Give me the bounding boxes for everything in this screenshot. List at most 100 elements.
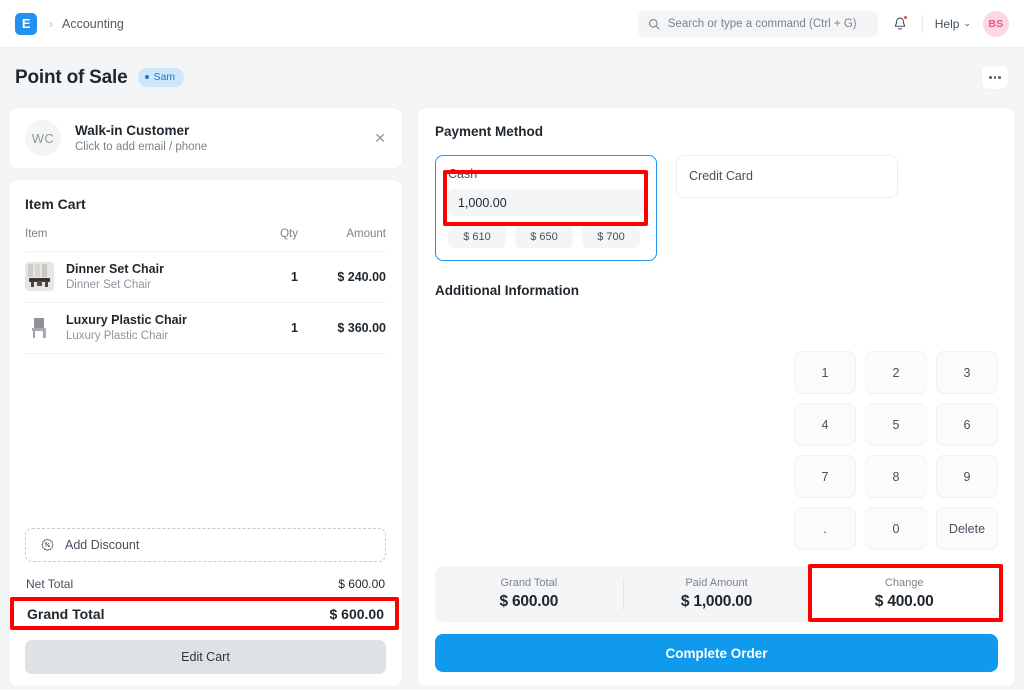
quick-amount-button[interactable]: $ 650 — [515, 226, 573, 248]
add-discount-label: Add Discount — [65, 538, 139, 552]
summary-paid-amount: Paid Amount $ 1,000.00 — [623, 566, 811, 622]
numpad-key-3[interactable]: 3 — [936, 351, 998, 394]
net-total-value: $ 600.00 — [338, 577, 385, 591]
payment-method-cash-label: Cash — [448, 167, 644, 181]
column-header-qty: Qty — [240, 228, 298, 240]
cart-grand-total-value: $ 600.00 — [330, 606, 385, 622]
quick-amount-group: $ 610 $ 650 $ 700 — [448, 226, 644, 248]
help-dropdown[interactable]: Help ⌄ — [935, 17, 971, 31]
item-description: Luxury Plastic Chair — [66, 330, 240, 342]
numpad-key-9[interactable]: 9 — [936, 455, 998, 498]
numpad-key-6[interactable]: 6 — [936, 403, 998, 446]
summary-grand-total: Grand Total $ 600.00 — [435, 566, 623, 622]
navbar-divider — [922, 15, 923, 33]
summary-paid-amount-value: $ 1,000.00 — [681, 593, 752, 611]
help-label: Help — [935, 17, 960, 31]
cash-amount-input[interactable]: 1,000.00 — [448, 189, 644, 216]
net-total-row: Net Total $ 600.00 — [25, 574, 386, 599]
quick-amount-button[interactable]: $ 700 — [582, 226, 640, 248]
navbar-right-group: Search or type a command (Ctrl + G) Help… — [638, 11, 1009, 37]
close-icon[interactable]: ✕ — [374, 131, 386, 145]
pos-application: E › Accounting Search or type a command … — [0, 0, 1024, 690]
column-header-item: Item — [25, 228, 240, 240]
summary-change-value: $ 400.00 — [875, 593, 934, 611]
item-amount: $ 240.00 — [298, 270, 386, 284]
net-total-label: Net Total — [26, 577, 73, 591]
numpad-key-4[interactable]: 4 — [794, 403, 856, 446]
edit-cart-button[interactable]: Edit Cart — [25, 640, 386, 674]
item-qty: 1 — [240, 270, 298, 284]
item-cart-card: Item Cart Item Qty Amount — [8, 179, 403, 687]
search-placeholder: Search or type a command (Ctrl + G) — [668, 18, 857, 30]
pos-body: WC Walk-in Customer Click to add email /… — [0, 107, 1024, 687]
customer-card[interactable]: WC Walk-in Customer Click to add email /… — [8, 107, 403, 169]
quick-amount-button[interactable]: $ 610 — [448, 226, 506, 248]
item-info: Luxury Plastic Chair Luxury Plastic Chai… — [66, 313, 240, 342]
item-name: Dinner Set Chair — [66, 262, 240, 276]
item-cart-title: Item Cart — [25, 196, 386, 212]
numpad-key-delete[interactable]: Delete — [936, 507, 998, 550]
summary-grand-total-value: $ 600.00 — [499, 593, 558, 611]
breadcrumb-accounting[interactable]: Accounting — [62, 17, 124, 31]
numpad-key-8[interactable]: 8 — [865, 455, 927, 498]
notification-badge-dot — [903, 15, 908, 20]
numpad-key-0[interactable]: 0 — [865, 507, 927, 550]
payment-column: Payment Method Cash 1,000.00 $ 610 $ 650… — [417, 107, 1016, 687]
dot-icon — [994, 76, 997, 79]
totals-summary: Grand Total $ 600.00 Paid Amount $ 1,000… — [435, 566, 998, 622]
user-avatar[interactable]: BS — [983, 11, 1009, 37]
additional-information-title: Additional Information — [435, 283, 998, 298]
dot-icon — [998, 76, 1001, 79]
item-info: Dinner Set Chair Dinner Set Chair — [66, 262, 240, 291]
summary-change: Change $ 400.00 — [810, 566, 998, 622]
add-discount-button[interactable]: Add Discount — [25, 528, 386, 562]
status-badge-label: Sam — [153, 71, 175, 83]
numeric-keypad: 1 2 3 4 5 6 7 8 9 . 0 Delete — [794, 351, 998, 550]
numpad-key-1[interactable]: 1 — [794, 351, 856, 394]
top-navbar: E › Accounting Search or type a command … — [0, 0, 1024, 48]
column-header-amount: Amount — [298, 228, 386, 240]
customer-avatar: WC — [25, 120, 61, 156]
payment-method-cash[interactable]: Cash 1,000.00 $ 610 $ 650 $ 700 — [435, 155, 657, 261]
numpad-key-decimal[interactable]: . — [794, 507, 856, 550]
cart-grand-total-label: Grand Total — [27, 606, 105, 622]
summary-change-label: Change — [885, 577, 924, 589]
customer-contact-hint: Click to add email / phone — [75, 141, 207, 153]
item-amount: $ 360.00 — [298, 321, 386, 335]
notifications-button[interactable] — [890, 14, 910, 34]
payment-card: Payment Method Cash 1,000.00 $ 610 $ 650… — [417, 107, 1016, 687]
customer-info: Walk-in Customer Click to add email / ph… — [75, 123, 207, 153]
payment-method-title: Payment Method — [435, 124, 998, 139]
payment-methods-group: Cash 1,000.00 $ 610 $ 650 $ 700 Credit C… — [435, 155, 998, 261]
item-qty: 1 — [240, 321, 298, 335]
search-input[interactable]: Search or type a command (Ctrl + G) — [638, 11, 878, 37]
cart-spacer — [25, 354, 386, 528]
chevron-down-icon: ⌄ — [963, 18, 971, 29]
cart-column: WC Walk-in Customer Click to add email /… — [8, 107, 403, 687]
numpad-key-2[interactable]: 2 — [865, 351, 927, 394]
item-name: Luxury Plastic Chair — [66, 313, 240, 327]
breadcrumb-separator-icon: › — [49, 17, 53, 31]
discount-icon — [40, 538, 55, 553]
status-badge[interactable]: Sam — [138, 68, 184, 87]
table-row[interactable]: Luxury Plastic Chair Luxury Plastic Chai… — [25, 302, 386, 353]
item-thumbnail — [25, 313, 54, 342]
more-options-button[interactable] — [981, 65, 1009, 90]
dot-icon — [989, 76, 992, 79]
payment-method-credit-card-label: Credit Card — [689, 169, 753, 183]
summary-paid-amount-label: Paid Amount — [685, 577, 747, 589]
search-icon — [648, 18, 660, 30]
status-dot-icon — [145, 75, 149, 79]
cart-column-headers: Item Qty Amount — [25, 212, 386, 251]
payment-method-credit-card[interactable]: Credit Card — [676, 155, 898, 198]
logo-glyph: E — [22, 17, 30, 30]
complete-order-button[interactable]: Complete Order — [435, 634, 998, 672]
page-title: Point of Sale — [15, 67, 127, 89]
page-header: Point of Sale Sam — [0, 48, 1024, 107]
cart-grand-total-row: Grand Total $ 600.00 — [25, 599, 386, 630]
app-logo-icon[interactable]: E — [15, 13, 37, 35]
table-row[interactable]: Dinner Set Chair Dinner Set Chair 1 $ 24… — [25, 251, 386, 302]
item-description: Dinner Set Chair — [66, 279, 240, 291]
numpad-key-5[interactable]: 5 — [865, 403, 927, 446]
numpad-key-7[interactable]: 7 — [794, 455, 856, 498]
